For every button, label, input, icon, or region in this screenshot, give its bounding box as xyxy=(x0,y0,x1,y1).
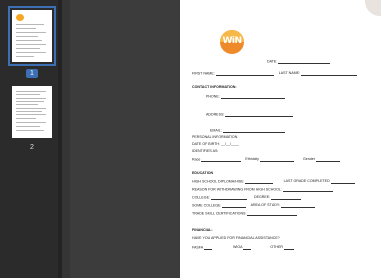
page-number-1[interactable]: 1 xyxy=(12,69,52,78)
address-field[interactable] xyxy=(225,113,294,117)
first-name-field[interactable] xyxy=(215,72,274,76)
first-name-label: FIRST NAME: xyxy=(192,71,215,76)
hs-diploma-label: HIGH SCHOOL DIPLOMA/HISE xyxy=(192,179,244,184)
date-label: DATE: xyxy=(267,59,278,64)
race-field[interactable] xyxy=(201,158,242,162)
last-name-field[interactable] xyxy=(301,72,358,76)
some-college-field[interactable] xyxy=(221,204,246,208)
contact-heading: CONTACT INFORMATION: xyxy=(192,85,237,89)
dob-label: DATE OF BIRTH: xyxy=(192,142,221,146)
pdf-viewer: 1 2 WiN DATE: FIRST NAME: LAST NAME: CON… xyxy=(0,0,381,278)
last-name-label: LAST NAME: xyxy=(278,71,301,76)
win-logo: WiN xyxy=(220,30,244,54)
last-grade-label: LAST GRADE COMPLETED xyxy=(283,179,330,184)
degree-label: DEGREE: xyxy=(253,195,271,200)
hs-diploma-field[interactable] xyxy=(244,180,273,184)
viewer-background xyxy=(62,0,180,278)
college-field[interactable] xyxy=(210,196,247,200)
other-label: OTHER xyxy=(270,245,283,250)
wioa-field[interactable] xyxy=(243,246,252,250)
education-heading: EDUCATION xyxy=(192,171,214,175)
degree-field[interactable] xyxy=(271,196,302,200)
thumbnail-sidebar[interactable]: 1 2 xyxy=(0,0,62,278)
fafsa-field[interactable] xyxy=(204,246,212,250)
thumbnail-logo-icon xyxy=(16,14,24,21)
page-thumbnail-1[interactable] xyxy=(8,6,56,66)
trade-label: TRADE SKILL CERTIFICATIONS: xyxy=(192,211,247,216)
address-label: ADDRESS: xyxy=(206,112,225,117)
email-label: EMAIL: xyxy=(210,128,222,133)
last-grade-field[interactable] xyxy=(330,180,355,184)
area-of-study-field[interactable] xyxy=(281,204,316,208)
wioa-label: WIOA xyxy=(233,245,243,250)
financial-question: HAVE YOU APPLIED FOR FINANCIAL ASSISTANC… xyxy=(192,236,280,240)
dob-field[interactable]: __/__/____ xyxy=(221,142,239,146)
ethnicity-field[interactable] xyxy=(259,158,294,162)
withdraw-label: REASON FOR WITHDRAWING FROM HIGH SCHOOL: xyxy=(192,187,282,192)
area-of-study-label: AREA OF STUDY: xyxy=(250,203,281,208)
sidebar-divider[interactable] xyxy=(62,0,70,278)
college-label: COLLEGE: xyxy=(192,195,210,200)
financial-heading: FINANCIAL: xyxy=(192,228,213,232)
gender-label: Gender xyxy=(302,157,315,162)
date-field[interactable] xyxy=(278,60,331,64)
some-college-label: SOME COLLEGE xyxy=(192,203,221,208)
withdraw-field[interactable] xyxy=(282,188,333,192)
phone-field[interactable] xyxy=(220,95,285,99)
race-label: Race xyxy=(192,157,201,162)
email-field[interactable] xyxy=(222,129,285,133)
fafsa-label: FASFA xyxy=(192,245,203,250)
gender-field[interactable] xyxy=(315,158,340,162)
personal-info-label: PERSONAL INFORMATION xyxy=(192,135,238,139)
page-thumbnail-2[interactable] xyxy=(12,86,52,138)
phone-label: PHONE: xyxy=(206,94,220,99)
identifies-label: IDENTIFIES AS: xyxy=(192,149,219,153)
other-field[interactable] xyxy=(283,246,294,250)
ethnicity-label: Ethnicity xyxy=(245,157,259,162)
document-page: WiN DATE: FIRST NAME: LAST NAME: CONTACT… xyxy=(180,0,381,278)
page-number-2[interactable]: 2 xyxy=(12,144,52,151)
trade-field[interactable] xyxy=(247,212,298,216)
